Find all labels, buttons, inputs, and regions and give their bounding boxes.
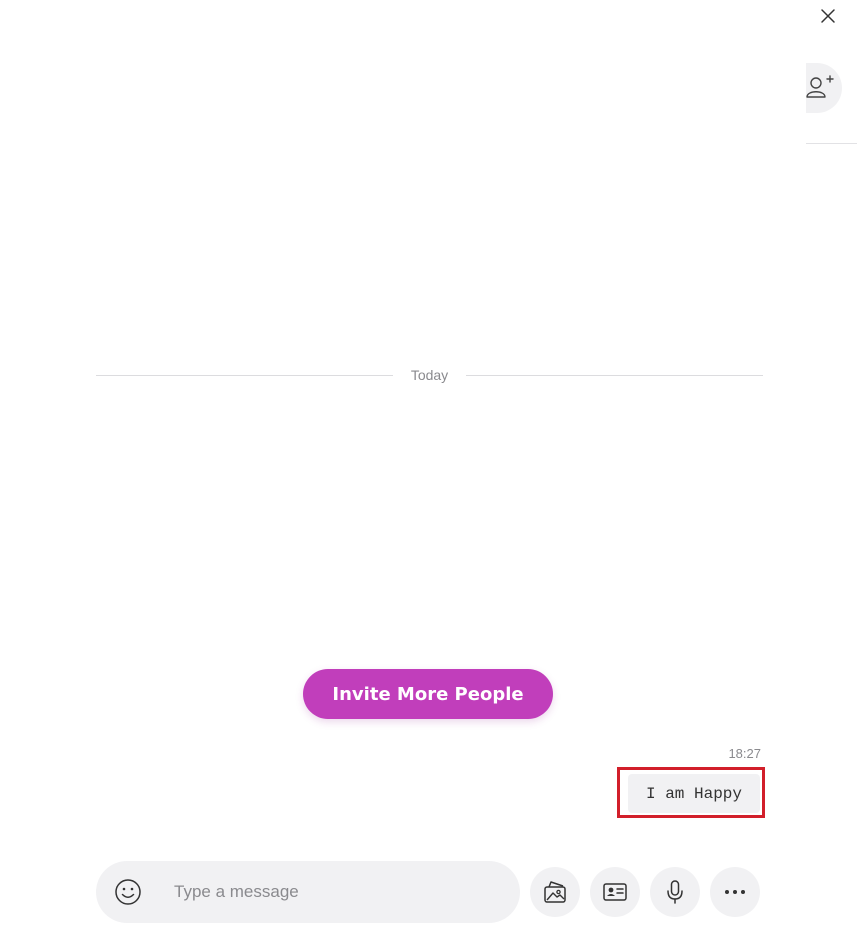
contact-card-icon: [603, 883, 627, 901]
contact-card-button[interactable]: [590, 867, 640, 917]
message-composer: [96, 861, 520, 923]
message-input[interactable]: [172, 871, 520, 913]
close-icon: [821, 9, 835, 23]
media-gallery-icon: [544, 881, 566, 903]
message-timestamp: 18:27: [728, 746, 761, 761]
chat-window: Today Invite More People 18:27 I am Happ…: [0, 0, 857, 947]
date-label: Today: [410, 367, 449, 383]
divider-line-left: [96, 374, 393, 376]
date-divider: Today: [96, 364, 764, 386]
media-gallery-button[interactable]: [530, 867, 580, 917]
add-participant-button[interactable]: [806, 63, 842, 113]
emoji-button[interactable]: [112, 876, 144, 908]
invite-more-people-button[interactable]: Invite More People: [303, 669, 553, 719]
emoji-icon: [115, 879, 141, 905]
close-button[interactable]: [814, 2, 842, 30]
add-person-icon: [806, 75, 834, 98]
microphone-icon: [667, 880, 683, 904]
message-highlight-box: [617, 767, 765, 818]
side-divider: [806, 143, 857, 144]
divider-line-right: [466, 374, 764, 376]
more-options-icon: [725, 890, 745, 894]
voice-message-button[interactable]: [650, 867, 700, 917]
more-options-button[interactable]: [710, 867, 760, 917]
